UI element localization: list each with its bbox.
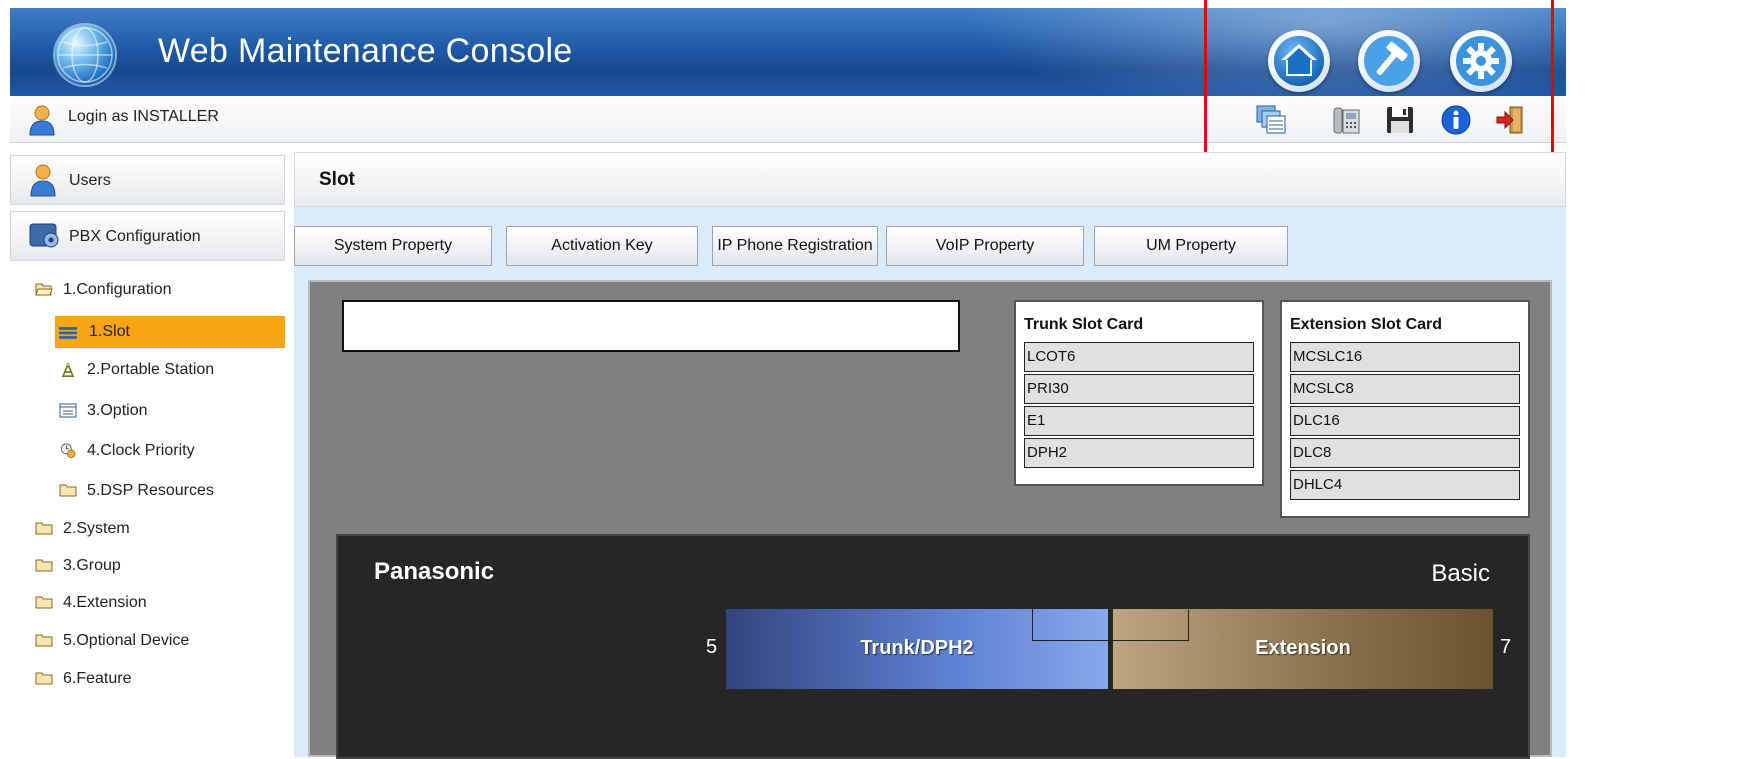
- extension-slot-label: Extension: [1255, 637, 1351, 659]
- tree-item-clock-priority[interactable]: 4.Clock Priority: [59, 436, 285, 466]
- tree-item-configuration[interactable]: 1.Configuration: [35, 275, 285, 305]
- tab-voip-property[interactable]: VoIP Property: [886, 226, 1084, 266]
- extension-slot[interactable]: Extension: [1113, 609, 1493, 689]
- sidebar-item-pbx-configuration[interactable]: PBX Configuration: [10, 211, 285, 261]
- card-dlc16[interactable]: DLC16: [1290, 406, 1520, 436]
- card-e1[interactable]: E1: [1024, 406, 1254, 436]
- trunk-slot[interactable]: Trunk/DPH2: [726, 609, 1108, 689]
- trunk-slot-card-list: Trunk Slot Card LCOT6 PRI30 E1 DPH2: [1014, 300, 1264, 486]
- highlight-box: [1204, 0, 1554, 158]
- extension-slot-card-title: Extension Slot Card: [1290, 316, 1443, 333]
- slot-number-left: 5: [706, 636, 718, 658]
- folder-icon: [35, 596, 53, 609]
- tree-item-optional-device[interactable]: 5.Optional Device: [35, 626, 285, 656]
- card-dph2[interactable]: DPH2: [1024, 438, 1254, 468]
- tab-activation-key[interactable]: Activation Key: [506, 226, 698, 266]
- users-label: Users: [69, 172, 111, 189]
- folder-icon: [35, 559, 53, 572]
- option-icon: [59, 403, 77, 418]
- globe-logo-icon: [55, 25, 115, 85]
- tab-system-property[interactable]: System Property: [294, 226, 492, 266]
- card-dhlc4[interactable]: DHLC4: [1290, 470, 1520, 500]
- pbx-config-icon: [29, 223, 59, 248]
- slot-panel: Trunk Slot Card LCOT6 PRI30 E1 DPH2 Exte…: [308, 280, 1552, 759]
- device-model: Basic: [1431, 560, 1490, 587]
- slot-info-box: [342, 300, 960, 352]
- tree-item-dsp-resources[interactable]: 5.DSP Resources: [59, 476, 285, 506]
- card-mcslc16[interactable]: MCSLC16: [1290, 342, 1520, 372]
- slot-icon: [59, 327, 77, 339]
- card-mcslc8[interactable]: MCSLC8: [1290, 374, 1520, 404]
- tree-item-feature[interactable]: 6.Feature: [35, 664, 285, 694]
- user-icon: [28, 104, 56, 141]
- sidebar: Users PBX Configuration 1.Configuration …: [10, 150, 285, 757]
- trunk-slot-card-title: Trunk Slot Card: [1024, 316, 1144, 333]
- slot-number-right: 7: [1500, 636, 1512, 658]
- trunk-slot-label: Trunk/DPH2: [860, 637, 974, 659]
- tree-item-extension[interactable]: 4.Extension: [35, 588, 285, 618]
- folder-icon: [35, 672, 53, 685]
- card-pri30[interactable]: PRI30: [1024, 374, 1254, 404]
- tree-item-system[interactable]: 2.System: [35, 514, 285, 544]
- tree-item-group[interactable]: 3.Group: [35, 551, 285, 581]
- folder-icon: [35, 522, 53, 535]
- page-header: Slot: [294, 152, 1566, 207]
- pbx-device: Panasonic Basic 5 Trunk/DPH2 Extension 7: [336, 534, 1530, 759]
- folder-icon: [35, 634, 53, 647]
- extension-slot-card-list: Extension Slot Card MCSLC16 MCSLC8 DLC16…: [1280, 300, 1530, 518]
- tree-item-option[interactable]: 3.Option: [59, 396, 285, 426]
- device-brand: Panasonic: [374, 558, 495, 585]
- tree-item-slot[interactable]: 1.Slot: [55, 316, 285, 348]
- folder-open-icon: [35, 283, 53, 296]
- pbx-config-label: PBX Configuration: [69, 228, 201, 245]
- card-dlc8[interactable]: DLC8: [1290, 438, 1520, 468]
- antenna-icon: [61, 362, 75, 377]
- users-icon: [30, 164, 56, 197]
- clock-icon: [60, 443, 76, 458]
- app-title: Web Maintenance Console: [158, 32, 573, 70]
- tab-ip-phone-registration[interactable]: IP Phone Registration: [712, 226, 878, 266]
- tree-item-portable-station[interactable]: 2.Portable Station: [59, 355, 285, 385]
- page-title: Slot: [319, 169, 355, 190]
- folder-icon: [59, 484, 77, 497]
- login-status: Login as INSTALLER: [68, 108, 219, 125]
- sidebar-item-users[interactable]: Users: [10, 155, 285, 205]
- card-lcot6[interactable]: LCOT6: [1024, 342, 1254, 372]
- main-content: Slot System Property Activation Key IP P…: [294, 152, 1566, 759]
- tab-um-property[interactable]: UM Property: [1094, 226, 1288, 266]
